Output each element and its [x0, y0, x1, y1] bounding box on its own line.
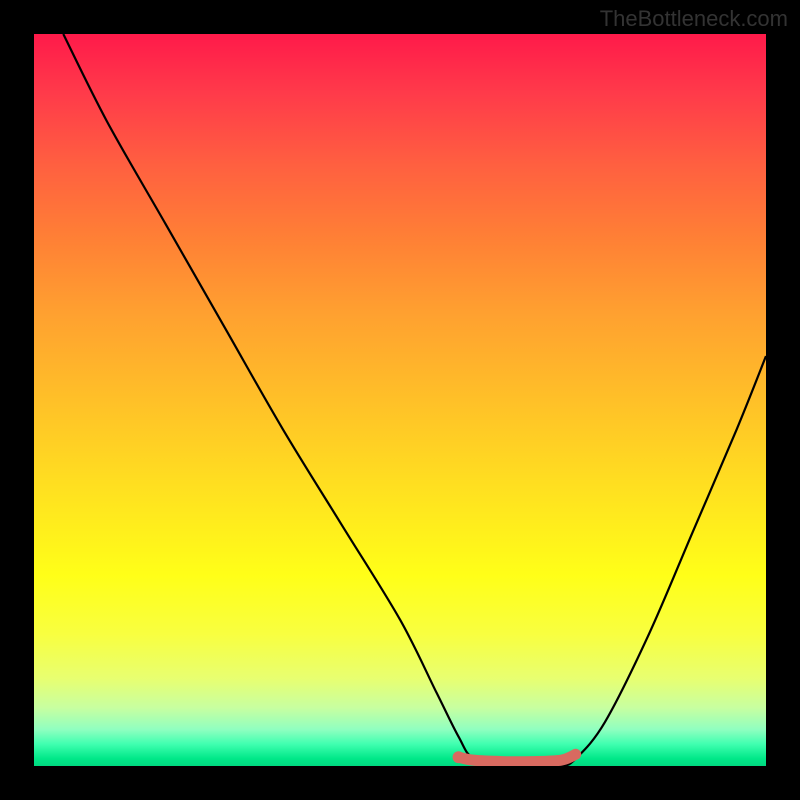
optimal-start-dot [453, 751, 465, 763]
watermark-text: TheBottleneck.com [600, 6, 788, 32]
bottleneck-curve [63, 34, 766, 766]
plot-area [34, 34, 766, 766]
optimal-range-marker [459, 754, 576, 762]
chart-svg [34, 34, 766, 766]
